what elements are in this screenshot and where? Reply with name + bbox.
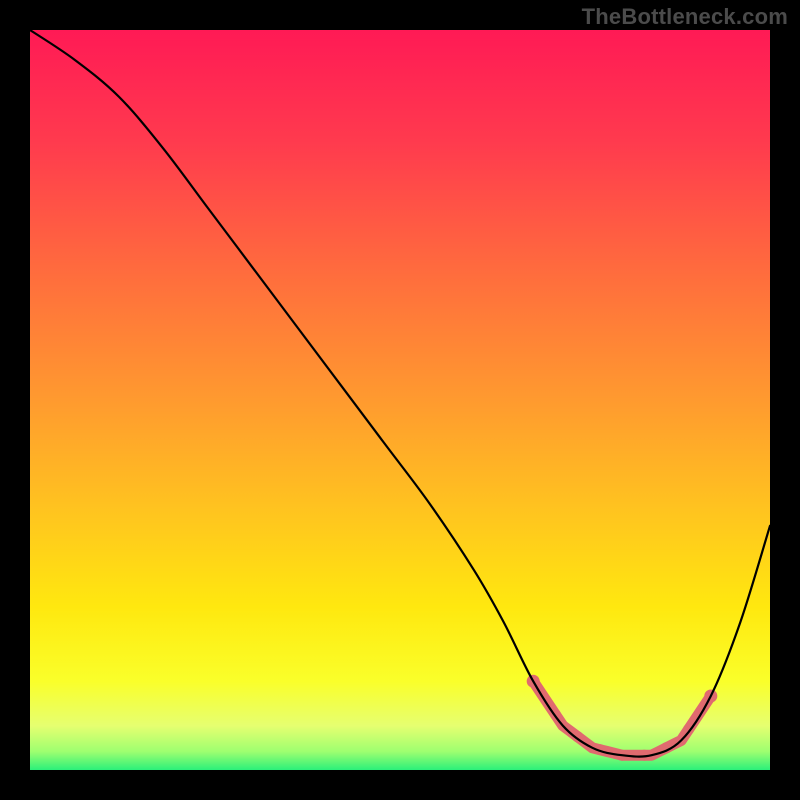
plot-background — [30, 30, 770, 770]
bottleneck-chart — [0, 0, 800, 800]
chart-stage: TheBottleneck.com — [0, 0, 800, 800]
